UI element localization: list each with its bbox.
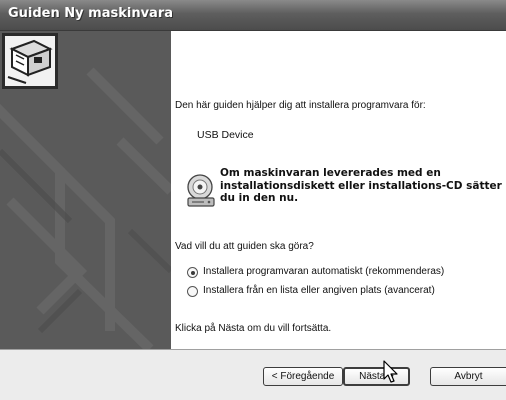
- cd-drive-icon: [187, 174, 215, 207]
- intro-text: Den här guiden hjälper dig att installer…: [175, 100, 426, 111]
- device-name: USB Device: [197, 129, 254, 141]
- cancel-button[interactable]: Avbryt: [430, 367, 506, 386]
- wizard-window: Guiden Ny maskinvara Den här guiden hjäl…: [0, 0, 506, 400]
- window-title: Guiden Ny maskinvara: [8, 6, 174, 21]
- wizard-content: Den här guiden hjälper dig att installer…: [171, 31, 506, 349]
- radio-button-selected[interactable]: [187, 267, 198, 278]
- insert-cd-message-line: installationsdiskett eller installations…: [220, 179, 502, 192]
- button-bar: < Föregående Nästa > Avbryt: [0, 349, 506, 400]
- next-button[interactable]: Nästa >: [343, 367, 410, 386]
- option-label[interactable]: Installera från en lista eller angiven p…: [203, 285, 435, 296]
- wizard-side-panel: [0, 31, 171, 349]
- radio-selected-dot: [190, 270, 195, 275]
- mouse-pointer-icon: [383, 360, 398, 383]
- hardware-board-icon: [2, 33, 58, 89]
- question-text: Vad vill du att guiden ska göra?: [175, 241, 314, 252]
- continue-hint: Klicka på Nästa om du vill fortsätta.: [175, 323, 332, 334]
- back-button[interactable]: < Föregående: [263, 367, 343, 386]
- title-bar[interactable]: Guiden Ny maskinvara: [0, 0, 506, 31]
- insert-cd-message-line: Om maskinvaran levererades med en: [220, 167, 441, 179]
- radio-button[interactable]: [187, 286, 198, 297]
- option-label[interactable]: Installera programvaran automatiskt (rek…: [203, 266, 444, 277]
- insert-cd-message: Om maskinvaran levererades med en instal…: [220, 167, 506, 205]
- insert-cd-message-line: du in den nu.: [220, 192, 299, 204]
